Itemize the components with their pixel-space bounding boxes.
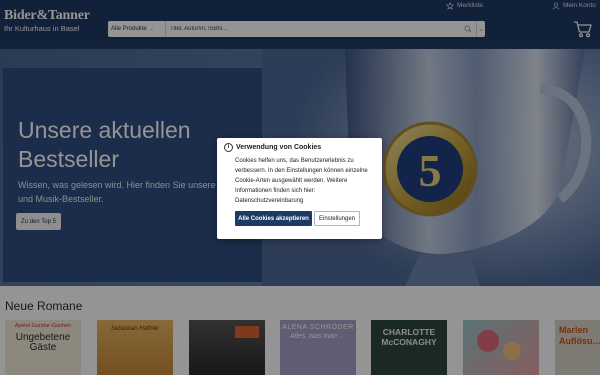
cookie-settings-button[interactable]: Einstellungen [314, 211, 360, 226]
accept-all-cookies-button[interactable]: Alle Cookies akzeptieren [235, 211, 312, 226]
info-icon: i [224, 143, 233, 152]
cookie-dialog-header: i Verwendung von Cookies [224, 143, 321, 152]
cookie-dialog-title: Verwendung von Cookies [236, 144, 322, 151]
cookie-dialog-text: Cookies helfen uns, das Benutzererlebnis… [235, 158, 368, 204]
